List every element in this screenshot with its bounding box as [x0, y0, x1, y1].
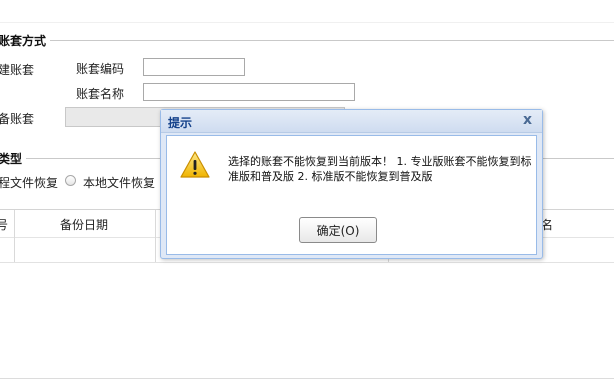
- account-code-input[interactable]: [143, 58, 245, 76]
- grid-row: [0, 262, 614, 263]
- close-icon[interactable]: x: [523, 112, 532, 128]
- grid-header-number[interactable]: 号: [0, 216, 8, 233]
- ok-button[interactable]: 确定(O): [299, 217, 377, 243]
- warning-icon: [180, 151, 210, 178]
- new-account-label: 建账套: [0, 63, 35, 77]
- local-restore-radio[interactable]: [65, 175, 76, 186]
- backup-account-label: 备账套: [0, 112, 35, 126]
- local-restore-label: 本地文件恢复: [83, 176, 156, 190]
- top-toolbar-strip: [0, 0, 614, 23]
- account-name-input[interactable]: [143, 83, 355, 101]
- section-title-method: 账套方式: [0, 34, 47, 48]
- account-code-label: 账套编码: [76, 62, 125, 76]
- grid-column-separator: [14, 210, 15, 262]
- section-divider: [50, 40, 614, 41]
- dialog-body: 选择的账套不能恢复到当前版本！ 1. 专业版账套不能恢复到标准版和普及版 2. …: [166, 135, 537, 255]
- dialog-title: 提示: [168, 116, 193, 130]
- account-name-label: 账套名称: [76, 87, 125, 101]
- grid-bottom-border: [0, 378, 614, 379]
- dialog-message: 选择的账套不能恢复到当前版本！ 1. 专业版账套不能恢复到标准版和普及版 2. …: [228, 155, 532, 183]
- grid-header-backup-date[interactable]: 备份日期: [60, 216, 108, 233]
- grid-column-separator: [155, 210, 156, 262]
- remote-restore-label: 程文件恢复: [0, 176, 59, 190]
- section-title-type: 类型: [0, 152, 23, 166]
- alert-dialog: 提示 x 选择的账套不能恢复到当前版本！ 1. 专业版账套不能恢复到标准版和普及…: [160, 109, 543, 259]
- dialog-title-bar[interactable]: 提示 x: [161, 110, 542, 133]
